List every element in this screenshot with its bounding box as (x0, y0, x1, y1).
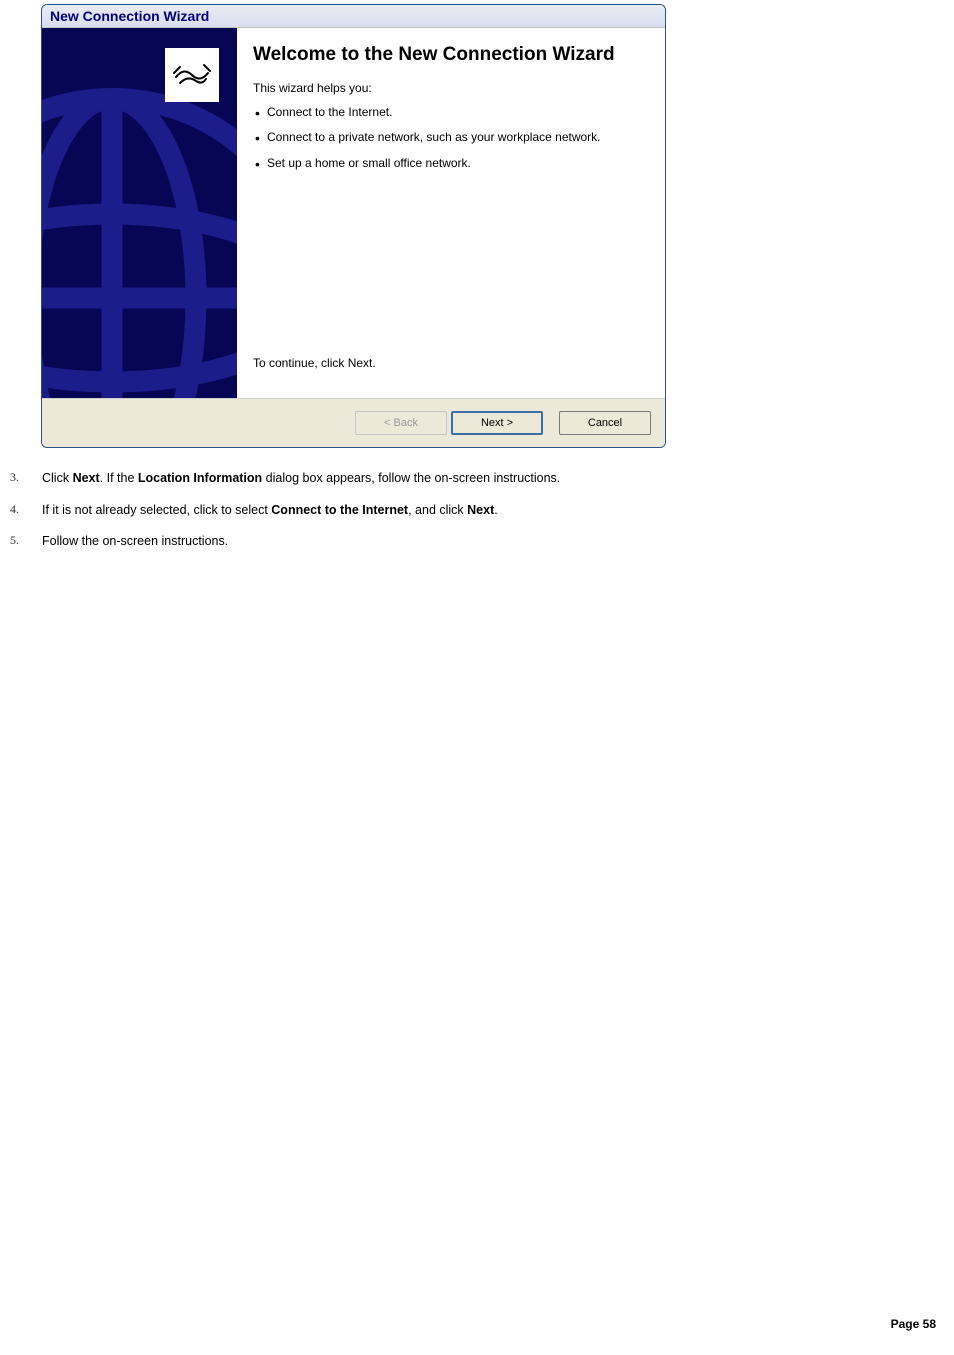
next-button[interactable]: Next > (451, 411, 543, 435)
step-text: Follow the on-screen instructions. (42, 533, 954, 551)
step-text: If it is not already selected, click to … (42, 502, 954, 520)
wizard-heading: Welcome to the New Connection Wizard (253, 44, 645, 67)
cancel-button[interactable]: Cancel (559, 411, 651, 435)
wizard-continue-text: To continue, click Next. (253, 356, 645, 370)
wizard-side-graphic (42, 28, 237, 398)
step-number: 4. (10, 502, 42, 520)
globe-wireframe-icon (42, 88, 237, 398)
handshake-icon (165, 48, 219, 102)
step-text: Click Next. If the Location Information … (42, 470, 954, 488)
wizard-intro: This wizard helps you: (253, 81, 645, 95)
wizard-body: Welcome to the New Connection Wizard Thi… (42, 28, 665, 398)
wizard-bullet-item: Set up a home or small office network. (253, 156, 645, 172)
step-number: 5. (10, 533, 42, 551)
wizard-footer: < BackNext > Cancel (42, 398, 665, 447)
page-number: Page 58 (891, 1317, 936, 1331)
wizard-content: Welcome to the New Connection Wizard Thi… (237, 28, 665, 398)
list-item: 5. Follow the on-screen instructions. (10, 533, 954, 551)
instruction-list: 3. Click Next. If the Location Informati… (10, 470, 954, 551)
step-number: 3. (10, 470, 42, 488)
wizard-bullet-item: Connect to the Internet. (253, 105, 645, 121)
wizard-bullet-list: Connect to the Internet. Connect to a pr… (253, 105, 645, 182)
list-item: 3. Click Next. If the Location Informati… (10, 470, 954, 488)
wizard-title-text: New Connection Wizard (50, 8, 209, 24)
wizard-bullet-item: Connect to a private network, such as yo… (253, 130, 645, 146)
wizard-titlebar: New Connection Wizard (42, 5, 665, 28)
back-button: < Back (355, 411, 447, 435)
list-item: 4. If it is not already selected, click … (10, 502, 954, 520)
wizard-dialog: New Connection Wizard (41, 4, 666, 448)
